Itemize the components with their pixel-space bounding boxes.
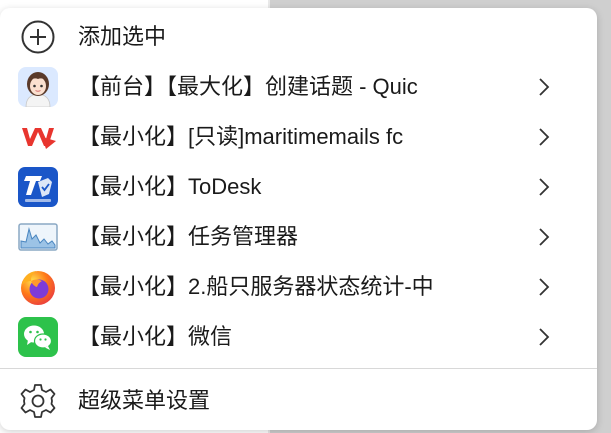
chevron-right-icon [534, 125, 554, 149]
super-menu-settings-item[interactable]: 超级菜单设置 [0, 376, 597, 426]
firefox-icon [18, 267, 58, 307]
window-label: 【最小化】ToDesk [78, 174, 262, 199]
plus-circle-icon [18, 17, 58, 57]
avatar-girl-icon [18, 67, 58, 107]
chevron-right-icon [534, 225, 554, 249]
settings-label: 超级菜单设置 [78, 388, 211, 413]
window-label: 【前台】【最大化】创建话题 - Quic [78, 74, 418, 99]
task-manager-icon [18, 217, 58, 257]
chevron-right-icon [534, 275, 554, 299]
window-item-maritimemails[interactable]: 【最小化】[只读]maritimemails fc [0, 112, 597, 162]
window-item-task-manager[interactable]: 【最小化】任务管理器 [0, 212, 597, 262]
window-label: 【最小化】微信 [78, 324, 233, 349]
chevron-right-icon [534, 325, 554, 349]
window-label: 【最小化】2.船只服务器状态统计-中 [78, 274, 434, 299]
chevron-right-icon [534, 75, 554, 99]
menu-divider [0, 368, 597, 369]
chevron-right-icon [534, 175, 554, 199]
window-label: 【最小化】任务管理器 [78, 224, 299, 249]
todesk-icon [18, 167, 58, 207]
window-item-todesk[interactable]: 【最小化】ToDesk [0, 162, 597, 212]
wechat-icon [18, 317, 58, 357]
super-menu: 添加选中 【前台】【最大化】创建话题 - Quic 【最小化】[只读]marit… [0, 8, 597, 430]
window-item-firefox[interactable]: 【最小化】2.船只服务器状态统计-中 [0, 262, 597, 312]
window-item-wechat[interactable]: 【最小化】微信 [0, 312, 597, 362]
gear-icon [18, 381, 58, 421]
window-label: 【最小化】[只读]maritimemails fc [78, 124, 404, 149]
add-selected-item[interactable]: 添加选中 [0, 12, 597, 62]
window-item-create-topic[interactable]: 【前台】【最大化】创建话题 - Quic [0, 62, 597, 112]
wps-office-icon [18, 117, 58, 157]
add-selected-label: 添加选中 [78, 24, 167, 49]
